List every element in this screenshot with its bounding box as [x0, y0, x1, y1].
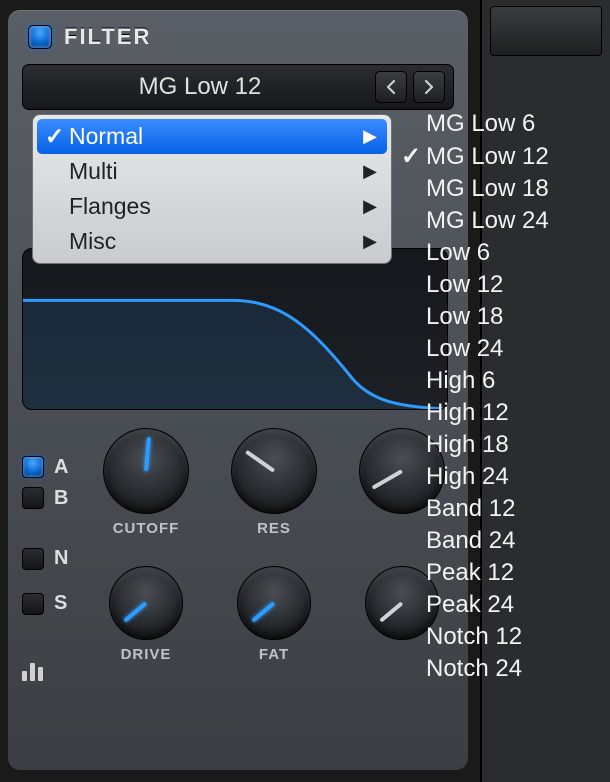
check-icon: ✓ — [396, 142, 426, 171]
category-label: Misc — [69, 228, 363, 255]
toggle-b-label: B — [54, 487, 68, 510]
filter-type-item[interactable]: MG Low 18 — [396, 173, 596, 205]
filter-type-label: Peak 24 — [426, 591, 514, 619]
submenu-arrow-icon: ▶ — [363, 126, 377, 147]
filter-type-label: Low 12 — [426, 271, 503, 299]
category-item-flanges[interactable]: Flanges▶ — [37, 189, 387, 224]
filter-type-item[interactable]: High 24 — [396, 461, 596, 493]
submenu-arrow-icon: ▶ — [363, 231, 377, 252]
filter-type-label: High 24 — [426, 463, 509, 491]
check-icon: ✓ — [45, 123, 69, 150]
filter-type-label: High 12 — [426, 399, 509, 427]
toggle-column-ab: A B — [22, 456, 74, 510]
fat-label: FAT — [259, 646, 289, 663]
chevron-right-icon — [423, 80, 435, 94]
chevron-left-icon — [385, 80, 397, 94]
filter-type-label: MG Low 6 — [426, 110, 535, 138]
submenu-arrow-icon: ▶ — [363, 161, 377, 182]
filter-type-item[interactable]: Low 12 — [396, 269, 596, 301]
filter-type-item[interactable]: High 18 — [396, 429, 596, 461]
filter-response-graph[interactable] — [22, 248, 448, 410]
filter-type-item[interactable]: ✓MG Low 12 — [396, 140, 596, 173]
drive-label: DRIVE — [121, 646, 172, 663]
toggle-s[interactable]: S — [22, 592, 86, 615]
filter-type-label: High 6 — [426, 367, 495, 395]
res-label: RES — [257, 520, 291, 537]
toggle-column-ns: N S — [22, 547, 86, 681]
panel-title: FILTER — [64, 24, 151, 50]
toggle-b[interactable]: B — [22, 487, 74, 510]
filter-type-item[interactable]: Low 24 — [396, 333, 596, 365]
filter-type-item[interactable]: MG Low 24 — [396, 205, 596, 237]
knob-section: A B CUTOFF RES — [22, 428, 454, 681]
bars-icon[interactable] — [22, 659, 86, 681]
filter-type-item[interactable]: Low 6 — [396, 237, 596, 269]
filter-type-label: Low 24 — [426, 335, 503, 363]
preset-name: MG Low 12 — [31, 73, 369, 101]
toggle-b-box — [22, 487, 44, 509]
filter-type-item[interactable]: Band 12 — [396, 493, 596, 525]
cutoff-knob[interactable] — [103, 428, 189, 514]
filter-type-label: Band 12 — [426, 495, 515, 523]
category-label: Flanges — [69, 193, 363, 220]
filter-type-label: Peak 12 — [426, 559, 514, 587]
filter-type-label: MG Low 12 — [426, 143, 549, 171]
toggle-n-label: N — [54, 547, 68, 570]
filter-type-submenu[interactable]: MG Low 6✓MG Low 12MG Low 18MG Low 24Low … — [396, 108, 596, 685]
filter-type-item[interactable]: Low 18 — [396, 301, 596, 333]
category-item-misc[interactable]: Misc▶ — [37, 224, 387, 259]
preset-selector[interactable]: MG Low 12 — [22, 64, 454, 110]
res-knob[interactable] — [231, 428, 317, 514]
submenu-arrow-icon: ▶ — [363, 196, 377, 217]
preset-prev-button[interactable] — [375, 71, 407, 103]
filter-type-label: MG Low 18 — [426, 175, 549, 203]
category-item-multi[interactable]: Multi▶ — [37, 154, 387, 189]
filter-header: FILTER — [22, 20, 454, 60]
category-label: Multi — [69, 158, 363, 185]
filter-type-label: Low 18 — [426, 303, 503, 331]
filter-type-item[interactable]: Peak 12 — [396, 557, 596, 589]
filter-type-item[interactable]: High 12 — [396, 397, 596, 429]
filter-type-item[interactable]: Band 24 — [396, 525, 596, 557]
toggle-s-box — [22, 593, 44, 615]
filter-type-item[interactable]: MG Low 6 — [396, 108, 596, 140]
filter-type-label: High 18 — [426, 431, 509, 459]
filter-type-label: Notch 24 — [426, 655, 522, 683]
cutoff-label: CUTOFF — [113, 520, 180, 537]
fat-knob[interactable] — [237, 566, 311, 640]
preset-next-button[interactable] — [413, 71, 445, 103]
toggle-s-label: S — [54, 592, 67, 615]
toggle-n[interactable]: N — [22, 547, 86, 570]
adjacent-panel-box — [490, 6, 602, 56]
drive-knob[interactable] — [109, 566, 183, 640]
category-label: Normal — [69, 123, 363, 150]
filter-type-item[interactable]: Notch 12 — [396, 621, 596, 653]
toggle-a-label: A — [54, 456, 68, 479]
filter-type-label: Notch 12 — [426, 623, 522, 651]
toggle-a-box — [22, 456, 44, 478]
toggle-n-box — [22, 548, 44, 570]
category-item-normal[interactable]: ✓Normal▶ — [37, 119, 387, 154]
filter-type-label: MG Low 24 — [426, 207, 549, 235]
filter-category-menu[interactable]: ✓Normal▶Multi▶Flanges▶Misc▶ — [32, 114, 392, 264]
filter-type-label: Low 6 — [426, 239, 490, 267]
filter-type-label: Band 24 — [426, 527, 515, 555]
filter-power-toggle[interactable] — [28, 25, 52, 49]
filter-type-item[interactable]: Peak 24 — [396, 589, 596, 621]
toggle-a[interactable]: A — [22, 456, 74, 479]
filter-type-item[interactable]: High 6 — [396, 365, 596, 397]
filter-type-item[interactable]: Notch 24 — [396, 653, 596, 685]
